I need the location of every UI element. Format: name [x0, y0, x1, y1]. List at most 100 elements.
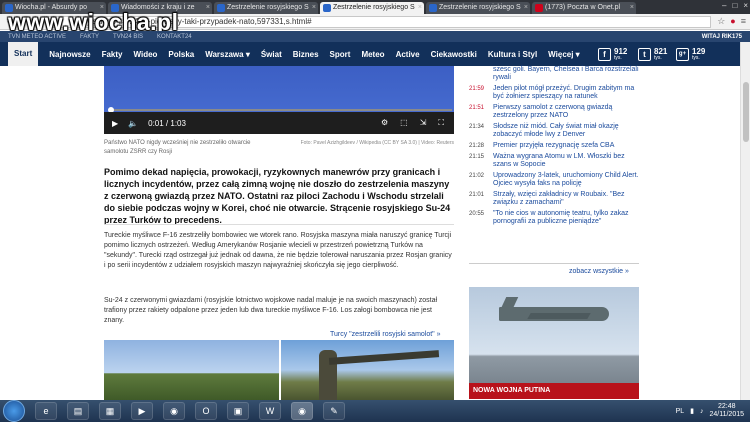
video-caption: Państwo NATO nigdy wcześniej nie zestrze…: [104, 139, 454, 157]
caption-text: Państwo NATO nigdy wcześniej nie zestrze…: [104, 140, 251, 155]
nav-biznes[interactable]: Biznes: [293, 50, 319, 59]
browser-tab[interactable]: (1773) Poczta w Onet.pl ×: [532, 2, 636, 14]
twitter-counter[interactable]: t 821 tys.: [638, 42, 667, 66]
close-tab-icon[interactable]: ×: [630, 2, 634, 14]
facebook-icon: f: [598, 47, 611, 61]
star-icon[interactable]: ☆: [717, 16, 725, 27]
related-image[interactable]: [281, 340, 454, 400]
nav-wiecej[interactable]: Więcej ▾: [548, 50, 580, 59]
article-paragraph: Su-24 z czerwonymi gwiazdami (rosyjskie …: [104, 297, 438, 324]
close-tab-icon[interactable]: ×: [524, 2, 528, 14]
embed-icon[interactable]: ⇲: [420, 118, 427, 128]
window-controls: – □ ×: [722, 1, 748, 10]
network-icon[interactable]: ▮: [690, 407, 694, 415]
news-item[interactable]: 21:01 Strzały, wzięci zakładnicy w Roubai…: [469, 191, 639, 207]
article-paragraph: Tureckie myśliwce F-16 zestrzeliły bombo…: [104, 232, 452, 269]
browser-tab-active[interactable]: Zestrzelenie rosyjskiego S ×: [320, 2, 424, 14]
minimize-icon[interactable]: –: [722, 1, 726, 10]
start-button[interactable]: [3, 400, 25, 422]
nav-polska[interactable]: Polska: [168, 50, 194, 59]
folder-icon[interactable]: ▤: [67, 402, 89, 420]
news-item[interactable]: szesc goli. Bayern, Chelsea i Barca rozs…: [469, 66, 639, 82]
topstrip-link[interactable]: FAKTY: [80, 34, 99, 40]
news-item[interactable]: 21:15 Ważna wygrana Atomu w LM. Włoszki b…: [469, 153, 639, 169]
nav-swiat[interactable]: Świat: [261, 50, 282, 59]
news-item[interactable]: 21:28 Premier przyjęła rezygnację szefa C…: [469, 142, 639, 150]
windows-taskbar: e ▤ ▦ ▶ ◉ O ▣ W ◉ ✎: [0, 400, 750, 422]
divider: [104, 224, 454, 225]
page-scrollbar[interactable]: [740, 42, 750, 400]
volume-tray-icon[interactable]: ♪: [700, 408, 704, 415]
plane-wing: [527, 313, 591, 319]
nav-najnowsze[interactable]: Najnowsze: [49, 50, 90, 59]
scrollbar-thumb[interactable]: [743, 82, 749, 142]
promo-label[interactable]: NOWA WOJNA PUTINA: [469, 383, 639, 399]
language-indicator[interactable]: PL: [676, 408, 685, 415]
close-icon[interactable]: ×: [743, 1, 748, 10]
system-tray: PL ▮ ♪ 22:48 24/11/2015: [676, 400, 744, 422]
browser-tab[interactable]: Zestrzelenie rosyjskiego S ×: [214, 2, 318, 14]
user-greeting[interactable]: WITAJ RIK175: [702, 34, 742, 40]
nav-fakty[interactable]: Fakty: [102, 50, 123, 59]
tab-favicon-icon: [535, 4, 543, 12]
topstrip-link[interactable]: TVN24 BIS: [113, 34, 143, 40]
article-lead: Pomimo dekad napięcia, prowokacji, ryzyk…: [104, 167, 451, 225]
divider: [469, 263, 639, 264]
close-tab-icon[interactable]: ×: [206, 2, 210, 14]
main-nav: Start Najnowsze Fakty Wideo Polska Warsz…: [0, 42, 750, 66]
settings-icon[interactable]: ⚙: [381, 118, 388, 128]
nav-wideo[interactable]: Wideo: [133, 50, 157, 59]
video-controls: ▶ 🔈 0:01 / 1:03 ⚙ ⬚ ⇲ ⛶: [104, 112, 454, 134]
extension-icon[interactable]: ●: [730, 16, 735, 27]
googleplus-counter[interactable]: g+ 129 tys.: [676, 42, 705, 66]
chrome-active-icon[interactable]: ◉: [291, 402, 313, 420]
word-icon[interactable]: W: [259, 402, 281, 420]
ie-icon[interactable]: e: [35, 402, 57, 420]
news-item[interactable]: 21:34 Słodsze niż miód. Cały świat miał o…: [469, 123, 639, 139]
nav-sport[interactable]: Sport: [330, 50, 351, 59]
paint-icon[interactable]: ✎: [323, 402, 345, 420]
nav-warszawa[interactable]: Warszawa ▾: [205, 50, 250, 59]
news-list: szesc goli. Bayern, Chelsea i Barca rozs…: [469, 66, 639, 229]
volume-icon[interactable]: 🔈: [128, 119, 138, 128]
browser-tab[interactable]: Zestrzelenie rosyjskiego S ×: [426, 2, 530, 14]
video-progress-bar[interactable]: [108, 107, 452, 113]
explorer-icon[interactable]: ▦: [99, 402, 121, 420]
related-video-link[interactable]: Turcy "zestrzelili rosyjski samolot" »: [330, 331, 441, 338]
nav-active[interactable]: Active: [396, 50, 420, 59]
top-strip: TVN METEO ACTIVE FAKTY TVN24 BIS KONTAKT…: [0, 31, 750, 42]
news-item[interactable]: 20:55 "To nie cios w autonomię teatru, ty…: [469, 210, 639, 226]
nav-ciekawostki[interactable]: Ciekawostki: [431, 50, 477, 59]
topstrip-link[interactable]: TVN METEO ACTIVE: [8, 34, 66, 40]
chrome-icon[interactable]: ◉: [163, 402, 185, 420]
video-time: 0:01 / 1:03: [148, 118, 186, 128]
maximize-icon[interactable]: □: [732, 1, 737, 10]
share-icon[interactable]: ⬚: [400, 118, 408, 128]
news-item[interactable]: 21:02 Uprowadzony 3-latek, uruchomiony Ch…: [469, 172, 639, 188]
close-tab-icon[interactable]: ×: [418, 2, 422, 14]
clock[interactable]: 22:48 24/11/2015: [709, 403, 744, 419]
twitter-icon: t: [638, 47, 651, 61]
promo-banner[interactable]: NOWA WOJNA PUTINA: [469, 287, 639, 399]
tab-favicon-icon: [217, 4, 225, 12]
close-tab-icon[interactable]: ×: [312, 2, 316, 14]
related-images[interactable]: [104, 340, 454, 400]
media-icon[interactable]: ▶: [131, 402, 153, 420]
related-image[interactable]: [104, 340, 279, 400]
nav-meteo[interactable]: Meteo: [361, 50, 384, 59]
caption-credit: Foto: Pavel Azizhgildeev / Wikipedia (CC…: [300, 140, 454, 146]
googleplus-icon: g+: [676, 47, 689, 61]
app-icon[interactable]: ▣: [227, 402, 249, 420]
news-item[interactable]: 21:51 Pierwszy samolot z czerwoną gwiazdą…: [469, 104, 639, 120]
nav-kultura[interactable]: Kultura i Styl: [488, 50, 537, 59]
news-item[interactable]: 21:59 Jeden pilot mógł przeżyć. Drugim za…: [469, 85, 639, 101]
topstrip-link[interactable]: KONTAKT24: [157, 34, 192, 40]
play-icon[interactable]: ▶: [112, 119, 118, 128]
see-all-link[interactable]: zobacz wszystkie »: [569, 268, 629, 275]
tab-favicon-icon: [429, 4, 437, 12]
menu-icon[interactable]: ≡: [741, 16, 746, 27]
outlook-icon[interactable]: O: [195, 402, 217, 420]
facebook-counter[interactable]: f 912 tys.: [598, 42, 627, 66]
nav-start[interactable]: Start: [8, 42, 39, 66]
fullscreen-icon[interactable]: ⛶: [438, 118, 444, 128]
